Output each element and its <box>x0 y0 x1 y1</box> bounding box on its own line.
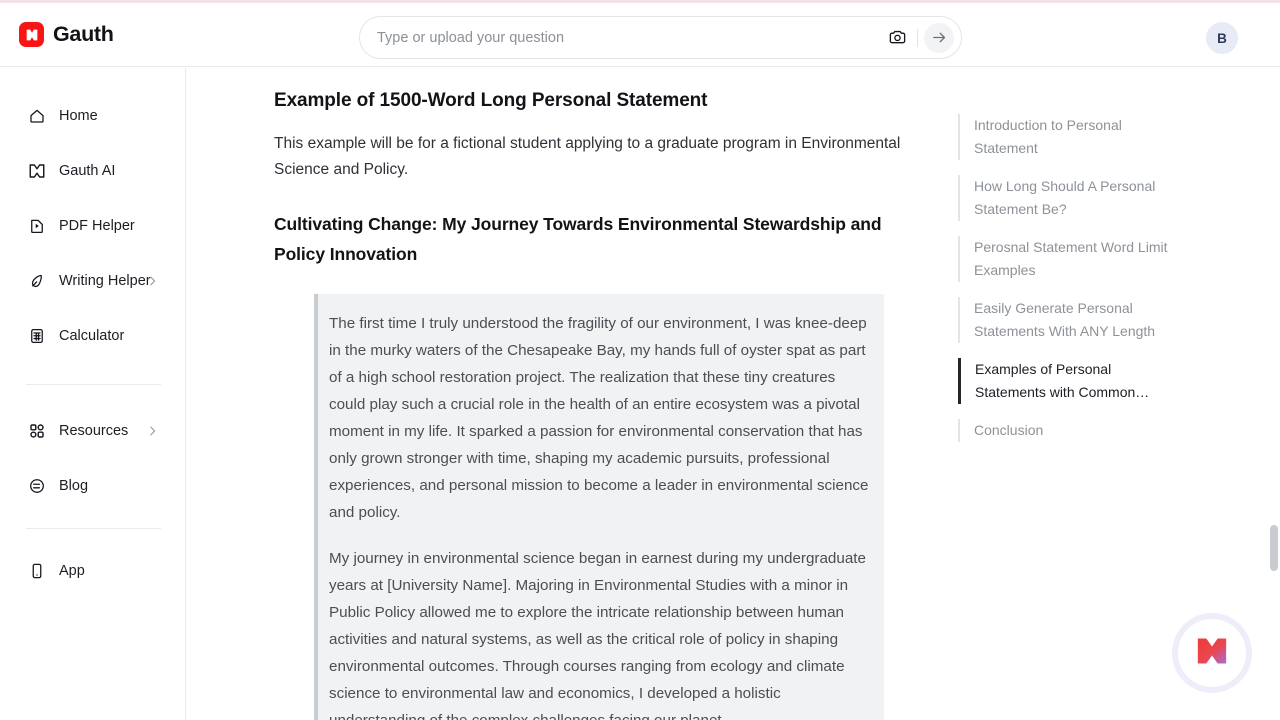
quote-paragraph: The first time I truly understood the fr… <box>329 314 869 521</box>
article-intro: This example will be for a fictional stu… <box>274 134 901 178</box>
sidebar-item-calculator[interactable]: Calculator <box>14 318 171 354</box>
table-of-contents: Introduction to Personal Statement How L… <box>958 114 1183 457</box>
page-title: Example of 1500-Word Long Personal State… <box>274 90 708 111</box>
home-icon <box>27 107 46 126</box>
pdf-file-icon <box>27 217 46 236</box>
toc-item[interactable]: Introduction to Personal Statement <box>958 114 1183 160</box>
article-subtitle: Cultivating Change: My Journey Towards E… <box>274 213 882 264</box>
calculator-icon <box>27 327 46 346</box>
chevron-right-icon <box>146 275 159 288</box>
brand-logo[interactable]: Gauth <box>19 22 114 47</box>
pen-icon <box>27 272 46 291</box>
sidebar-item-label: Calculator <box>59 328 125 344</box>
quote-paragraph: My journey in environmental science bega… <box>329 549 866 720</box>
gauth-ai-icon <box>27 162 46 181</box>
gauth-x-gradient-icon <box>1192 631 1232 676</box>
toc-item[interactable]: Conclusion <box>958 419 1183 442</box>
sidebar-item-gauth-ai[interactable]: Gauth AI <box>14 153 171 189</box>
search-input[interactable] <box>360 29 883 46</box>
sidebar-item-resources[interactable]: Resources <box>14 413 171 449</box>
sidebar-item-label: App <box>59 563 85 579</box>
sidebar-divider-1 <box>26 384 161 385</box>
camera-icon[interactable] <box>883 24 911 52</box>
scrollbar-thumb[interactable] <box>1270 525 1278 571</box>
avatar-initial: B <box>1217 30 1227 46</box>
sidebar-item-label: PDF Helper <box>59 218 135 234</box>
sidebar-item-writing-helper[interactable]: Writing Helper <box>14 263 171 299</box>
brand-name: Gauth <box>53 22 114 46</box>
grid-icon <box>27 422 46 441</box>
main-content: Example of 1500-Word Long Personal State… <box>186 68 1280 720</box>
toc-item-label: Easily Generate Personal Statements With… <box>974 300 1156 339</box>
toc-item-label: How Long Should A Personal Statement Be? <box>974 178 1156 217</box>
example-statement-blockquote: The first time I truly understood the fr… <box>314 293 884 720</box>
sidebar-item-blog[interactable]: Blog <box>14 468 171 504</box>
sidebar-item-label: Writing Helper <box>59 273 151 289</box>
toc-item-active[interactable]: Examples of Personal Statements with Com… <box>958 358 1183 404</box>
toc-item-label: Perosnal Statement Word Limit Examples <box>974 239 1168 278</box>
toc-item-label: Examples of Personal Statements with Com… <box>975 361 1150 400</box>
search-submit-button[interactable] <box>924 22 954 53</box>
toc-item[interactable]: Easily Generate Personal Statements With… <box>958 297 1183 343</box>
avatar[interactable]: B <box>1206 22 1238 54</box>
sidebar-item-pdf-helper[interactable]: PDF Helper <box>14 208 171 244</box>
app-header: Gauth B <box>0 3 1280 67</box>
article: Example of 1500-Word Long Personal State… <box>274 68 924 720</box>
top-accent-bar <box>0 0 1280 3</box>
mobile-phone-icon <box>27 562 46 581</box>
toc-item-label: Introduction to Personal Statement <box>974 117 1122 156</box>
sidebar-item-label: Gauth AI <box>59 163 116 179</box>
toc-item[interactable]: Perosnal Statement Word Limit Examples <box>958 236 1183 282</box>
gauth-assistant-fab[interactable] <box>1172 613 1252 693</box>
search-bar[interactable] <box>359 16 962 59</box>
sidebar: Home Gauth AI PDF Helper Writing Helper <box>0 68 186 720</box>
sidebar-divider-2 <box>26 528 161 529</box>
sidebar-item-label: Blog <box>59 478 89 494</box>
search-divider <box>917 28 918 47</box>
sidebar-item-label: Home <box>59 108 98 124</box>
toc-item-label: Conclusion <box>974 422 1044 438</box>
page-scrollbar[interactable] <box>1266 68 1280 720</box>
sidebar-item-home[interactable]: Home <box>14 98 171 134</box>
chevron-right-icon <box>146 425 159 438</box>
gauth-x-logo-icon <box>19 22 44 47</box>
toc-item[interactable]: How Long Should A Personal Statement Be? <box>958 175 1183 221</box>
blog-icon <box>27 477 46 496</box>
sidebar-item-label: Resources <box>59 423 129 439</box>
sidebar-item-app[interactable]: App <box>14 553 171 589</box>
